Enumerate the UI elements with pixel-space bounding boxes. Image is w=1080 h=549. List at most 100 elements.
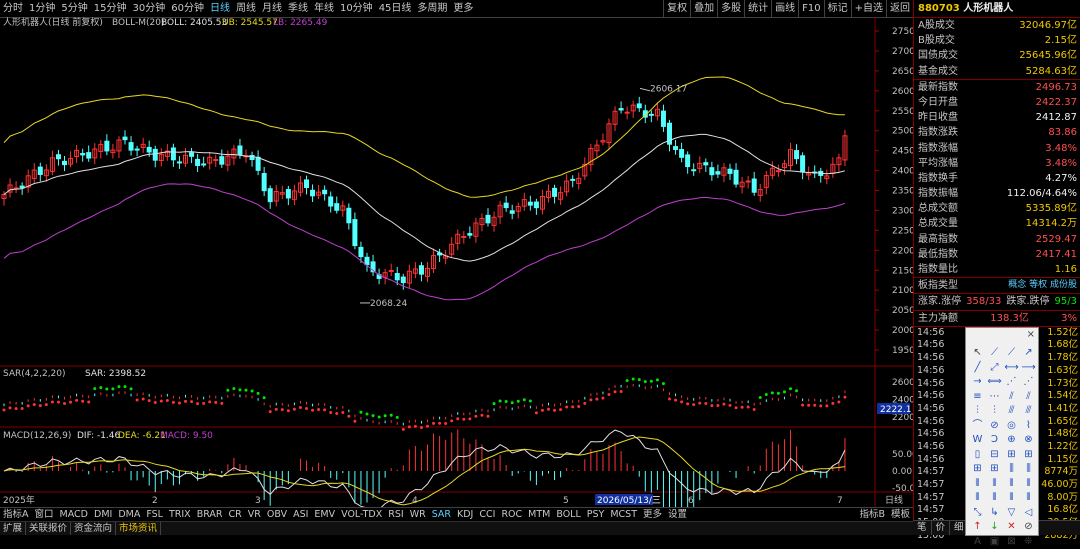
wave-icon[interactable]: ⌇ [1020,419,1037,434]
parallel-lines-icon[interactable]: ⫽ [1003,390,1020,405]
indicator-tab-20[interactable]: MTM [525,508,553,522]
indicator-tab-13[interactable]: VOL-TDX [338,508,385,522]
channel-icon[interactable]: ⋰ [1020,375,1037,390]
bar-group-icon[interactable]: ⦀ [969,491,986,506]
vbars-icon[interactable]: ⦀ [1003,491,1020,506]
indicator-tab-4[interactable]: DMA [115,508,143,522]
indicator-tab-8[interactable]: CR [226,508,245,522]
indicator-tab-6[interactable]: TRIX [166,508,194,522]
cycle-lines-icon[interactable]: ⫼ [1020,462,1037,477]
fib-retrace-icon[interactable]: ⊞ [1020,448,1037,463]
fib-time-icon[interactable]: ⦀ [969,477,986,492]
text-icon[interactable]: ⊠ [1003,535,1020,549]
box-icon[interactable]: ⊟ [986,448,1003,463]
fib-extend-icon[interactable]: ⊞ [969,462,986,477]
period-tab-9[interactable]: 季线 [285,0,311,17]
double-arrow-icon[interactable]: ⟺ [986,375,1003,390]
parallel-icon[interactable]: ⋰ [1003,375,1020,390]
indicator-tab-9[interactable]: VR [245,508,264,522]
fib-fan-icon[interactable]: ⫶ [969,404,986,419]
bar-pattern-icon[interactable]: ⦀ [1020,477,1037,492]
extend-line-icon[interactable]: ⤢ [986,361,1003,376]
time-cycle-icon[interactable]: ⦀ [986,477,1003,492]
close-icon[interactable]: × [1027,329,1035,340]
ellipse-icon[interactable]: ◎ [1003,419,1020,434]
panel-footer-tab-0[interactable]: 笔 [913,521,932,535]
chart-area[interactable]: 2750270026502600255025002450240023502300… [0,17,913,497]
toolbar-button-4[interactable]: 画线 [771,0,798,17]
extension-tab-1[interactable]: 关联报价 [26,522,71,535]
up-arrow-icon[interactable]: ✕ [1003,520,1020,535]
horizontal-ray-icon[interactable]: ⟶ [1020,361,1037,376]
fib-arc-icon[interactable]: ⫻ [1003,404,1020,419]
angle-icon[interactable]: ◁ [1020,506,1037,521]
period-tab-3[interactable]: 15分钟 [91,0,130,17]
erase-icon[interactable]: ▣ [986,535,1003,549]
vbar-stack-icon[interactable]: ↳ [986,506,1003,521]
dotted-line-icon[interactable]: ⋯ [986,390,1003,405]
grid-icon[interactable]: ⊞ [1003,448,1020,463]
vbar-pattern-icon[interactable]: ⦀ [1020,491,1037,506]
indicator-tab-10[interactable]: OBV [264,508,290,522]
arrow-line-icon[interactable]: ↗ [1020,346,1037,361]
indicator-tab-0[interactable]: 指标A [0,508,32,522]
indicator-tab-14[interactable]: RSI [385,508,406,522]
triangle-down-icon[interactable]: ↑ [969,520,986,535]
w-pattern-icon[interactable]: W [969,433,986,448]
delete-icon[interactable]: A [969,535,986,549]
triangle-left-icon[interactable]: ↓ [986,520,1003,535]
toolbar-button-3[interactable]: 统计 [744,0,771,17]
indicator-tab-11[interactable]: ASI [290,508,311,522]
indicator-tab-21[interactable]: BOLL [553,508,583,522]
indicator-tab-24[interactable]: 更多 [640,508,665,522]
toolbar-button-6[interactable]: 标记 [824,0,851,17]
indicator-tab-15[interactable]: WR [407,508,429,522]
trend-icon[interactable]: ▽ [1003,506,1020,521]
indicator-tab-16[interactable]: SAR [429,508,454,522]
indicator-tab-3[interactable]: DMI [91,508,115,522]
gann-fan-icon[interactable]: ⫶ [986,404,1003,419]
panel-footer-tab-1[interactable]: 价 [932,521,951,535]
period-tab-7[interactable]: 周线 [233,0,259,17]
speed-line-icon[interactable]: ⫻ [1020,404,1037,419]
extension-tab-3[interactable]: 市场资讯 [116,522,161,535]
period-tab-1[interactable]: 1分钟 [26,0,58,17]
cursor-icon[interactable]: ↖ [969,346,986,361]
indicator-tab-1[interactable]: 窗口 [32,508,57,522]
time-zone-icon[interactable]: ⫼ [1003,462,1020,477]
toolbar-button-7[interactable]: +自选 [851,0,886,17]
indicator-right-tab-0[interactable]: 指标B [856,508,888,522]
hline-icon[interactable]: ⟷ [1003,361,1020,376]
indicator-tab-12[interactable]: EMV [311,508,338,522]
line-icon[interactable]: ⟋ [986,346,1003,361]
indicator-tab-25[interactable]: 设置 [665,508,690,522]
bar-stack-icon[interactable]: ⦀ [986,491,1003,506]
period-tab-12[interactable]: 45日线 [376,0,415,17]
ray-icon[interactable]: ⟋ [1003,346,1020,361]
down-arrow-icon[interactable]: ⊘ [1020,520,1037,535]
period-tab-4[interactable]: 30分钟 [129,0,168,17]
indicator-tab-18[interactable]: CCI [476,508,498,522]
gann-grid-icon[interactable]: ⊞ [986,462,1003,477]
indicator-tab-2[interactable]: MACD [57,508,91,522]
circle-icon[interactable]: ⊘ [986,419,1003,434]
arc-icon[interactable]: ⌒ [969,419,986,434]
period-tab-11[interactable]: 10分钟 [337,0,376,17]
cycle-icon[interactable]: Ↄ [986,433,1003,448]
period-tab-8[interactable]: 月线 [259,0,285,17]
toolbar-button-2[interactable]: 多股 [717,0,744,17]
segment-icon[interactable]: ╱ [969,361,986,376]
indicator-tab-22[interactable]: PSY [584,508,608,522]
gann-box-icon[interactable]: ⊕ [1003,433,1020,448]
bars-icon[interactable]: ⦀ [1003,477,1020,492]
period-tab-14[interactable]: 更多 [450,0,476,17]
indicator-tab-7[interactable]: BRAR [194,508,226,522]
price-channel-icon[interactable]: ≡ [969,390,986,405]
mark-icon[interactable]: ❊ [1020,535,1037,549]
indicator-right-tab-1[interactable]: 模板 [888,508,913,522]
extension-tab-2[interactable]: 资金流向 [71,522,116,535]
extension-tab-0[interactable]: 扩展 [0,522,26,535]
toolbar-button-1[interactable]: 叠加 [690,0,717,17]
indicator-tab-19[interactable]: ROC [498,508,525,522]
arrow-icon[interactable]: → [969,375,986,390]
